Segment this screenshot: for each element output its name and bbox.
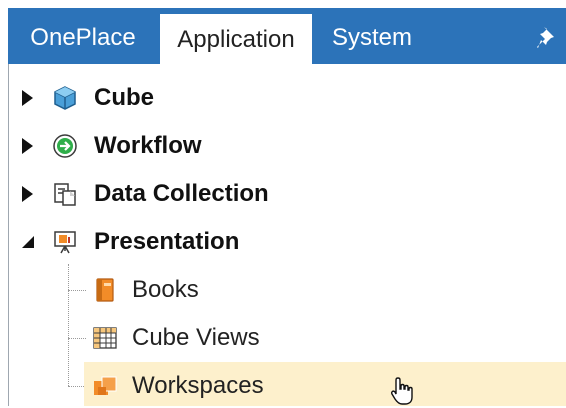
tree-item-label: Cube Views xyxy=(132,324,260,351)
pin-icon[interactable] xyxy=(534,24,562,52)
tree-node-label: Workflow xyxy=(94,132,202,159)
tree-connector xyxy=(68,264,69,386)
navigation-tree: Cube Workflow Data Collection Presentati… xyxy=(8,64,566,406)
tree-item-workspaces[interactable]: Workspaces xyxy=(84,364,566,408)
tab-application[interactable]: Application xyxy=(160,14,312,64)
hand-cursor-icon xyxy=(391,377,413,405)
expand-arrow-icon[interactable] xyxy=(22,186,33,202)
tree-item-label: Workspaces xyxy=(132,372,264,399)
tab-system[interactable]: System xyxy=(314,8,430,64)
expand-arrow-icon[interactable] xyxy=(22,138,33,154)
tree-item-books[interactable]: Books xyxy=(84,268,566,312)
tab-bar: OnePlace Application System xyxy=(8,8,566,64)
tree-node-label: Data Collection xyxy=(94,180,269,207)
tree-item-cube-views[interactable]: Cube Views xyxy=(84,316,566,360)
workspaces-icon xyxy=(94,376,117,395)
tree-node-label: Cube xyxy=(94,84,154,111)
presentation-icon xyxy=(54,231,76,254)
tree-node-data-collection[interactable]: Data Collection xyxy=(8,172,566,216)
cube-icon xyxy=(54,86,76,110)
tree-node-label: Presentation xyxy=(94,228,240,255)
tree-node-cube[interactable]: Cube xyxy=(8,76,566,120)
tree-node-presentation[interactable]: Presentation xyxy=(8,220,566,264)
data-collection-icon xyxy=(54,183,76,206)
tree-item-label: Books xyxy=(132,276,199,303)
collapse-arrow-icon[interactable] xyxy=(22,236,34,248)
cube-views-icon xyxy=(93,327,117,349)
tab-oneplace[interactable]: OnePlace xyxy=(8,8,158,64)
tree-node-workflow[interactable]: Workflow xyxy=(8,124,566,168)
application-panel: OnePlace Application System Cube Workflo… xyxy=(0,0,566,406)
workflow-icon xyxy=(53,134,77,158)
books-icon xyxy=(96,278,114,302)
expand-arrow-icon[interactable] xyxy=(22,90,33,106)
